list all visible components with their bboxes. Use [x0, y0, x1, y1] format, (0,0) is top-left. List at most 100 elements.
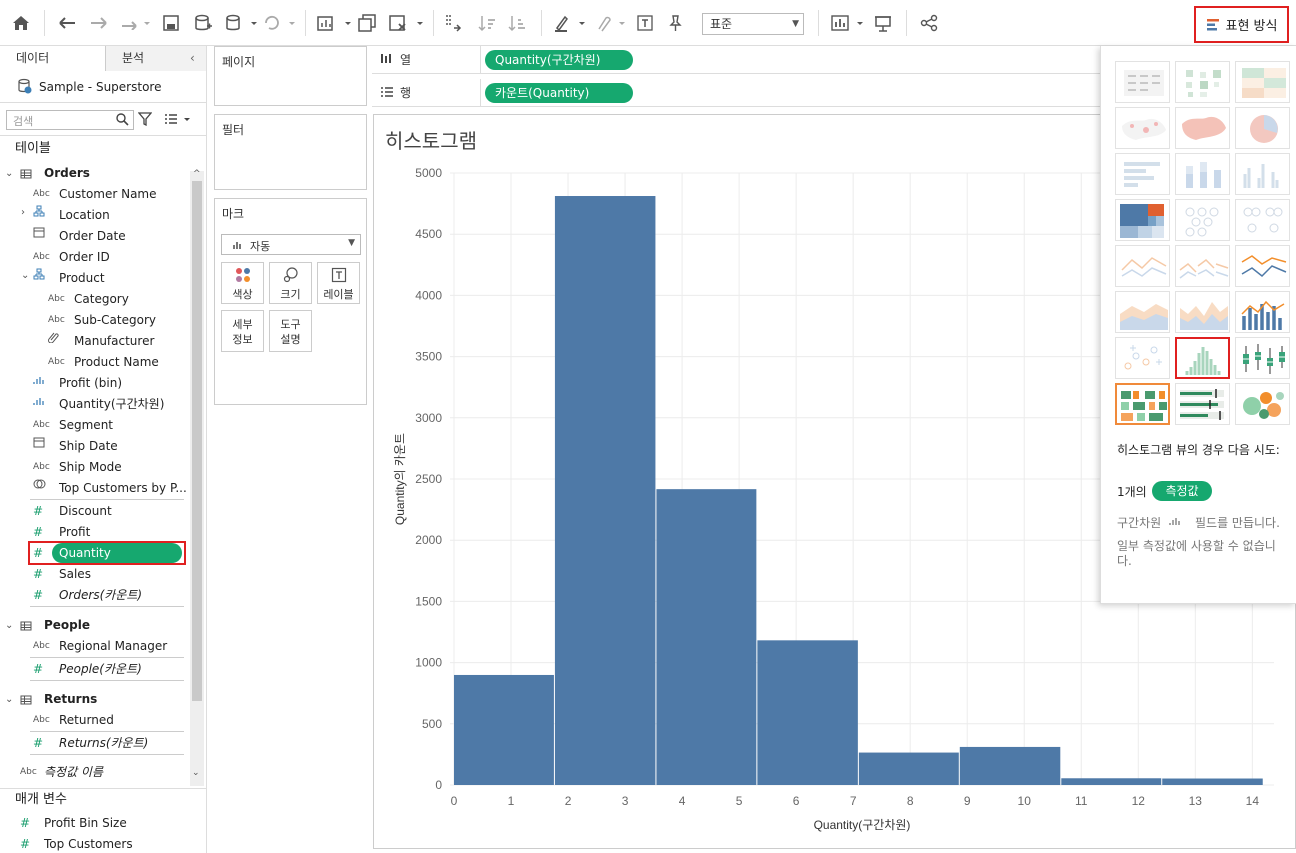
fit-dropdown[interactable]: 표준 ▼ [702, 13, 804, 35]
field-item[interactable]: Product [59, 268, 105, 288]
field-item[interactable]: Discount [59, 501, 112, 521]
rows-pill-count-quantity[interactable]: 카운트(Quantity) [485, 83, 633, 103]
bullet-graph-icon[interactable] [1175, 383, 1230, 425]
search-input[interactable]: 검색 [6, 110, 134, 130]
string-type-icon: Abc [48, 315, 65, 325]
field-item[interactable]: Customer Name [59, 184, 157, 204]
detail-button[interactable]: 세부 정보 [221, 310, 264, 352]
field-item[interactable]: Returned [59, 710, 114, 730]
chevron-down-icon: ▼ [348, 238, 355, 248]
field-item[interactable]: Product Name [74, 352, 159, 372]
field-item[interactable]: Ship Date [59, 436, 118, 456]
packed-bubbles-icon[interactable] [1235, 383, 1290, 425]
chevron-down-icon[interactable]: ⌄ [21, 270, 29, 281]
dual-combination-icon[interactable] [1235, 291, 1290, 333]
show-me-button[interactable]: 표현 방식 [1194, 6, 1289, 43]
show-labels-cards-icon[interactable] [830, 12, 866, 34]
box-whisker-icon[interactable] [1235, 337, 1290, 379]
label-button[interactable]: 레이블 [317, 262, 360, 304]
view-options-icon[interactable] [164, 113, 192, 128]
field-item[interactable]: Order Date [59, 226, 126, 246]
columns-pill-quantity-bin[interactable]: Quantity(구간차원) [485, 50, 633, 70]
duplicate-sheet-icon[interactable] [356, 12, 378, 34]
field-measure-names[interactable]: 측정값 이름 [44, 762, 103, 782]
line-continuous-icon[interactable] [1115, 245, 1170, 287]
pause-datasource-icon[interactable] [224, 12, 258, 34]
tab-analytics[interactable]: 분석 [122, 46, 144, 71]
field-item[interactable]: Segment [59, 415, 113, 435]
data-pane-scrollbar[interactable]: ^ ⌄ [190, 169, 204, 786]
treemap-icon[interactable] [1115, 199, 1170, 241]
table-people[interactable]: People [44, 618, 90, 632]
show-mark-labels-icon[interactable] [634, 12, 656, 34]
new-datasource-icon[interactable] [192, 12, 214, 34]
field-item[interactable]: Sub-Category [74, 310, 156, 330]
side-by-side-bar-icon[interactable] [1235, 153, 1290, 195]
clear-sheet-icon[interactable] [388, 12, 424, 34]
pages-shelf[interactable]: 페이지 [214, 46, 367, 106]
field-item[interactable]: Profit (bin) [59, 373, 122, 393]
chevron-down-icon[interactable]: ⌄ [5, 620, 13, 631]
pie-chart-icon[interactable] [1235, 107, 1290, 149]
stacked-bar-icon[interactable] [1175, 153, 1230, 195]
sort-descending-icon[interactable] [506, 12, 528, 34]
field-item[interactable]: Top Customers [44, 834, 133, 853]
filter-icon[interactable] [137, 112, 153, 129]
heat-map-icon[interactable] [1175, 61, 1230, 103]
highlight-icon[interactable] [552, 12, 586, 34]
field-item[interactable]: Orders(카운트) [59, 585, 142, 605]
undo-icon[interactable] [56, 12, 78, 34]
field-item[interactable]: Top Customers by P... [59, 478, 187, 498]
group-members-icon[interactable] [592, 12, 626, 34]
area-discrete-icon[interactable] [1175, 291, 1230, 333]
presentation-mode-icon[interactable] [872, 12, 894, 34]
field-item[interactable]: Sales [59, 564, 91, 584]
chevron-right-icon[interactable]: › [21, 207, 25, 218]
highlight-table-icon[interactable] [1235, 61, 1290, 103]
scatter-plot-icon[interactable] [1115, 337, 1170, 379]
field-item[interactable]: Location [59, 205, 110, 225]
filled-map-icon[interactable] [1175, 107, 1230, 149]
size-button[interactable]: 크기 [269, 262, 312, 304]
field-item[interactable]: Returns(카운트) [59, 733, 148, 753]
table-orders[interactable]: Orders [44, 166, 90, 180]
field-item[interactable]: Regional Manager [59, 636, 167, 656]
home-icon[interactable] [10, 12, 32, 34]
field-item[interactable]: Ship Mode [59, 457, 122, 477]
redo-icon[interactable] [88, 12, 110, 34]
histogram-icon[interactable] [1175, 337, 1230, 379]
field-item[interactable]: Quantity(구간차원) [59, 394, 164, 414]
field-item[interactable]: Category [74, 289, 129, 309]
collapse-pane-icon[interactable]: ‹ [190, 46, 195, 71]
tooltip-button[interactable]: 도구 설명 [269, 310, 312, 352]
datasource-name[interactable]: Sample - Superstore [39, 77, 161, 97]
text-table-icon[interactable] [1115, 61, 1170, 103]
field-item[interactable]: People(카운트) [59, 659, 142, 679]
sort-ascending-icon[interactable] [476, 12, 498, 34]
side-by-side-circle-icon[interactable] [1235, 199, 1290, 241]
mark-type-dropdown[interactable]: 자동 ▼ [221, 234, 361, 255]
dual-line-icon[interactable] [1235, 245, 1290, 287]
save-icon[interactable] [160, 12, 182, 34]
swap-rows-columns-icon[interactable] [442, 12, 464, 34]
redo-history-icon[interactable] [118, 12, 152, 34]
symbol-map-icon[interactable] [1115, 107, 1170, 149]
line-discrete-icon[interactable] [1175, 245, 1230, 287]
chevron-down-icon[interactable]: ⌄ [5, 694, 13, 705]
field-item[interactable]: Profit [59, 522, 90, 542]
chevron-down-icon[interactable]: ⌄ [5, 168, 13, 179]
field-item[interactable]: Order ID [59, 247, 110, 267]
fix-axes-pin-icon[interactable] [664, 12, 686, 34]
new-worksheet-icon[interactable] [316, 12, 352, 34]
filters-shelf[interactable]: 필터 [214, 114, 367, 190]
area-continuous-icon[interactable] [1115, 291, 1170, 333]
table-returns[interactable]: Returns [44, 692, 97, 706]
gantt-chart-icon[interactable] [1115, 383, 1170, 425]
circle-view-icon[interactable] [1175, 199, 1230, 241]
share-icon[interactable] [918, 12, 940, 34]
field-item[interactable]: Profit Bin Size [44, 813, 127, 833]
refresh-icon[interactable] [262, 12, 296, 34]
color-button[interactable]: 색상 [221, 262, 264, 304]
field-item[interactable]: Manufacturer [74, 331, 154, 351]
horizontal-bar-icon[interactable] [1115, 153, 1170, 195]
